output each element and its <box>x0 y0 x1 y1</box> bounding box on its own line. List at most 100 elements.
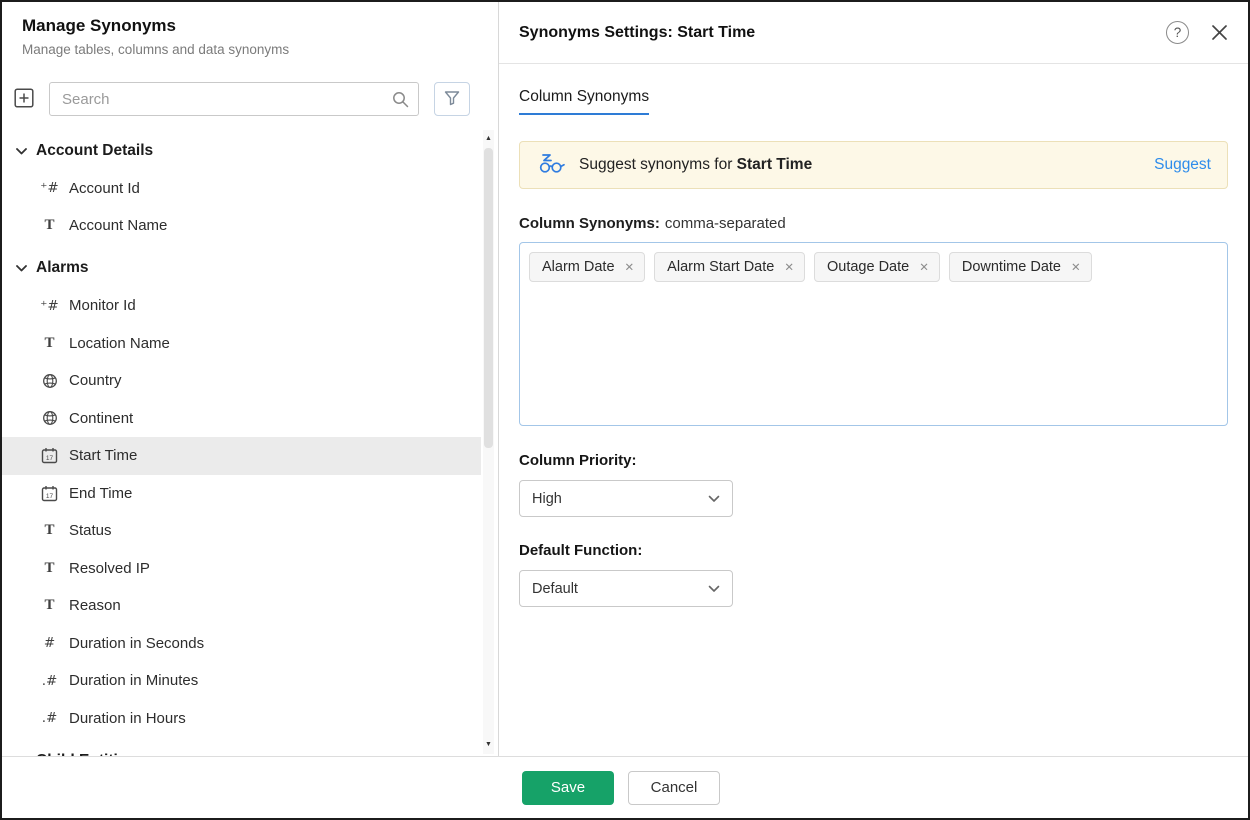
tree-item-account-id[interactable]: ⁺# Account Id <box>2 170 481 208</box>
manage-synonyms-window: Manage Synonyms Manage tables, columns a… <box>0 0 1250 820</box>
synonym-chip-label: Outage Date <box>827 259 909 275</box>
settings-body: Column Synonyms Suggest synonyms for Sta… <box>499 64 1248 756</box>
zia-suggest-banner: Suggest synonyms for Start Time Suggest <box>519 141 1228 189</box>
text-type-icon: T <box>40 560 59 577</box>
search-input[interactable] <box>50 83 418 115</box>
zia-icon <box>536 152 566 179</box>
tree-item-country[interactable]: Country <box>2 362 481 400</box>
suggest-link[interactable]: Suggest <box>1154 156 1211 174</box>
calendar-icon: 17 <box>40 485 59 502</box>
remove-chip-icon[interactable]: ✕ <box>1071 260 1081 274</box>
search-box <box>49 82 419 116</box>
left-panel: Manage Synonyms Manage tables, columns a… <box>2 2 499 756</box>
chevron-down-icon <box>16 259 27 277</box>
tree-item-reason[interactable]: T Reason <box>2 587 481 625</box>
tree-item-location-name[interactable]: T Location Name <box>2 325 481 363</box>
scrollbar[interactable]: ▲ ▼ <box>483 130 494 754</box>
scrollbar-thumb[interactable] <box>484 148 493 448</box>
tree-group-alarms[interactable]: Alarms <box>2 250 481 288</box>
tab-column-synonyms[interactable]: Column Synonyms <box>519 88 649 115</box>
add-icon <box>14 88 34 111</box>
footer-bar: Save Cancel <box>2 756 1248 818</box>
synonym-chip: Outage Date ✕ <box>814 252 940 282</box>
column-synonyms-label: Column Synonyms:comma-separated <box>519 215 1228 232</box>
priority-value: High <box>532 491 562 507</box>
decimal-number-icon: .# <box>40 710 59 726</box>
search-icon[interactable] <box>392 91 409 113</box>
tree-group-child-entities[interactable]: Child Entities <box>2 742 481 756</box>
tree-item-end-time[interactable]: 17 End Time <box>2 475 481 513</box>
main-area: Manage Synonyms Manage tables, columns a… <box>2 2 1248 756</box>
tree-group-label: Account Details <box>36 142 153 160</box>
tree-item-status[interactable]: TStatus <box>2 512 481 550</box>
tree-item-label: Status <box>69 522 112 539</box>
settings-header: Synonyms Settings: Start Time ? <box>499 2 1248 64</box>
svg-text:17: 17 <box>46 455 54 462</box>
remove-chip-icon[interactable]: ✕ <box>784 260 794 274</box>
text-type-icon: T <box>40 597 59 614</box>
tree-item-label: Resolved IP <box>69 560 150 577</box>
tree-item-account-name[interactable]: T Account Name <box>2 207 481 245</box>
tree-item-label: Location Name <box>69 335 170 352</box>
scroll-down-arrow-icon[interactable]: ▼ <box>483 740 494 750</box>
synonym-chip: Alarm Date ✕ <box>529 252 645 282</box>
synonym-chip-label: Downtime Date <box>962 259 1061 275</box>
help-icon[interactable]: ? <box>1166 21 1189 44</box>
page-subtitle: Manage tables, columns and data synonyms <box>22 42 478 57</box>
tree-group-account-details[interactable]: Account Details <box>2 132 481 170</box>
tab-bar: Column Synonyms <box>519 88 1228 115</box>
column-tree: Account Details ⁺# Account Id T Account Name… <box>2 132 498 756</box>
default-function-label: Default Function: <box>519 542 1228 559</box>
synonym-chip: Downtime Date ✕ <box>949 252 1092 282</box>
tree-item-label: Duration in Hours <box>69 710 186 727</box>
scroll-up-arrow-icon[interactable]: ▲ <box>483 134 494 144</box>
synonym-chip-label: Alarm Start Date <box>667 259 774 275</box>
header-actions: ? <box>1166 21 1228 44</box>
tree-item-label: Continent <box>69 410 133 427</box>
tree-item-label: Account Id <box>69 180 140 197</box>
tree-item-duration-in-minutes[interactable]: .#Duration in Minutes <box>2 662 481 700</box>
text-type-icon: T <box>40 335 59 352</box>
page-title: Manage Synonyms <box>22 16 478 36</box>
suggest-banner-column: Start Time <box>737 156 813 173</box>
calendar-icon: 17 <box>40 447 59 464</box>
tree-group-label: Child Entities <box>36 752 135 756</box>
cancel-button[interactable]: Cancel <box>628 771 720 805</box>
tree-item-label: Duration in Seconds <box>69 635 204 652</box>
close-icon[interactable] <box>1211 24 1228 41</box>
tree-item-label: Reason <box>69 597 121 614</box>
tree-item-start-time[interactable]: 17 Start Time <box>2 437 481 475</box>
chevron-down-icon <box>708 491 720 507</box>
tree-item-duration-in-seconds[interactable]: # Duration in Seconds <box>2 625 481 663</box>
tree-item-label: Account Name <box>69 217 167 234</box>
function-select[interactable]: Default <box>519 570 733 607</box>
text-type-icon: T <box>40 217 59 234</box>
comma-separated-hint: comma-separated <box>665 215 786 232</box>
settings-title: Synonyms Settings: Start Time <box>519 24 755 42</box>
number-icon: # <box>40 635 59 651</box>
tree-item-resolved-ip[interactable]: T Resolved IP <box>2 550 481 588</box>
synonym-chip: Alarm Start Date ✕ <box>654 252 805 282</box>
synonym-chip-label: Alarm Date <box>542 259 615 275</box>
filter-button[interactable] <box>434 82 470 116</box>
add-button[interactable] <box>14 88 34 111</box>
positive-number-icon: ⁺# <box>40 298 59 314</box>
tree-item-monitor-id[interactable]: ⁺# Monitor Id <box>2 287 481 325</box>
chevron-down-icon <box>16 752 27 756</box>
priority-select[interactable]: High <box>519 480 733 517</box>
column-priority-label: Column Priority: <box>519 452 1228 469</box>
synonyms-tag-input[interactable]: Alarm Date ✕ Alarm Start Date ✕ Outage Date ✕… <box>519 242 1228 426</box>
globe-icon <box>40 373 59 389</box>
positive-number-icon: ⁺# <box>40 180 59 196</box>
tree-item-label: Monitor Id <box>69 297 136 314</box>
tree-item-duration-in-hours[interactable]: .# Duration in Hours <box>2 700 481 738</box>
tree-item-label: End Time <box>69 485 132 502</box>
remove-chip-icon[interactable]: ✕ <box>625 260 635 274</box>
tree-item-continent[interactable]: Continent <box>2 400 481 438</box>
filter-icon <box>444 90 460 109</box>
tree-item-label: Start Time <box>69 447 137 464</box>
save-button[interactable]: Save <box>522 771 614 805</box>
remove-chip-icon[interactable]: ✕ <box>919 260 929 274</box>
left-panel-header: Manage Synonyms Manage tables, columns a… <box>2 2 498 57</box>
tree-item-label: Duration in Minutes <box>69 672 198 689</box>
